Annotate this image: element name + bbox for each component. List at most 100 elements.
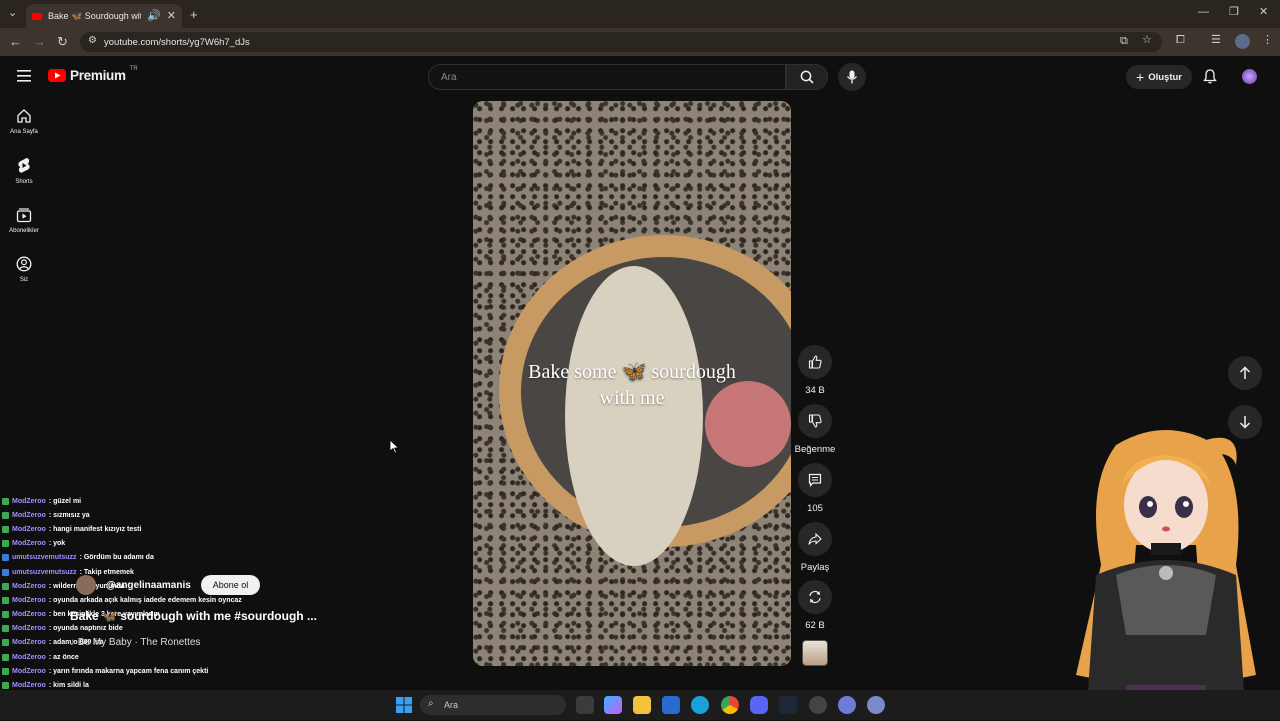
chat-message: ModZeroo: yarın fırında makarna yapcam f… [2,664,382,678]
forward-icon[interactable]: → [33,35,46,48]
obs-icon[interactable] [809,696,827,714]
reload-icon[interactable]: ↻ [57,35,68,48]
new-tab-icon[interactable]: + [190,8,198,21]
sidebar-item-home[interactable]: Ana Sayfa [0,108,48,135]
share-icon [808,532,822,545]
tab-search-icon[interactable]: ⌄ [8,8,17,19]
account-avatar[interactable] [1242,69,1257,84]
edge-icon[interactable] [691,696,709,714]
short-video-player[interactable]: Bake some 🦋 sourdough with me [473,101,791,666]
sidebar-item-label: Shorts [15,179,33,185]
chat-text: : az önce [48,653,79,661]
dislike-button[interactable]: Beğenme [795,404,835,455]
sidebar-item-label: Siz [19,277,29,283]
youtube-header: Premium TR Ara + Oluştur [0,56,1280,98]
share-label: Paylaş [800,562,830,573]
extensions-icon[interactable]: ⧠ [1176,35,1185,46]
sidebar-item-label: Ana Sayfa [10,129,38,135]
chat-text: : güzel mi [48,497,82,505]
chrome-icon[interactable] [721,696,739,714]
sidebar-item-label: Abonelikler [9,228,39,234]
chat-badge-icon [2,554,9,562]
voice-search-button[interactable] [838,63,866,91]
sound-thumbnail[interactable] [802,640,828,666]
search-button[interactable] [786,64,828,90]
brand-text: Premium [70,68,126,83]
user-circle-icon [16,256,32,272]
discord-icon[interactable] [750,696,768,714]
chat-text: : kim sildi la [48,682,89,690]
address-bar[interactable]: ⚙ youtube.com/shorts/yg7W6h7_dJs ⧉ ☆ [80,32,1162,52]
chat-message: ModZeroo: sızmısız ya [2,508,382,522]
comment-count: 105 [807,503,823,514]
chat-text: : oyunda arkada açık kalmış iadede edeme… [48,596,242,604]
task-view-icon[interactable] [576,696,594,714]
channel-avatar[interactable] [76,575,96,595]
file-explorer-icon[interactable] [633,696,651,714]
chat-badge-icon [2,497,9,505]
site-info-icon[interactable]: ⚙ [88,36,97,46]
restore-icon[interactable]: ❐ [1229,7,1239,18]
comments-button[interactable]: 105 [795,463,835,514]
create-button[interactable]: + Oluştur [1126,65,1192,89]
chat-message: ModZeroo: oyunda naptınız bide [2,622,382,636]
reading-list-icon[interactable]: ☰ [1211,35,1221,46]
profile-avatar[interactable] [1235,34,1250,49]
app-icon[interactable] [838,696,856,714]
youtube-logo[interactable]: Premium TR [48,66,138,83]
home-icon [17,109,31,123]
share-button[interactable]: Paylaş [795,522,835,573]
hamburger-menu-icon[interactable] [17,69,31,87]
chat-text: : yarın fırında makarna yapcam fena canı… [48,667,209,675]
copilot-icon[interactable] [604,696,622,714]
back-icon[interactable]: ← [9,35,22,48]
search-input[interactable]: Ara [428,64,786,90]
bookmark-star-icon[interactable]: ☆ [1142,35,1152,46]
channel-row: @angelinaamanis Abone ol [76,575,261,595]
short-title[interactable]: Bake 🦋 sourdough with me #sourdough ... [70,609,317,623]
arrow-up-icon [1239,366,1251,379]
close-window-icon[interactable]: ✕ [1259,7,1268,18]
previous-short-button[interactable] [1228,356,1262,390]
more-menu-icon[interactable]: ⋮ [1262,35,1273,46]
chat-username: ModZeroo [12,525,46,533]
sidebar-item-shorts[interactable]: Shorts [0,157,48,185]
settings-app-icon[interactable] [867,696,885,714]
chat-text: : hangi manifest kızıyız testi [48,525,142,533]
chat-badge-icon [2,682,9,690]
notifications-bell-icon[interactable] [1203,69,1217,89]
chat-badge-icon [2,596,9,604]
close-tab-icon[interactable]: ✕ [167,10,176,22]
subscribe-button[interactable]: Abone ol [200,575,261,595]
caption-line-1: Bake some 🦋 sourdough [528,361,736,383]
chat-text: : sızmısız ya [48,511,90,519]
chat-text: : oyunda naptınız bide [48,625,123,633]
sidebar-item-subscriptions[interactable]: Abonelikler [0,207,48,234]
install-icon[interactable]: ⧉ [1120,36,1128,47]
chat-username: umutsuzvemutsuzz [12,568,77,576]
chat-badge-icon [2,653,9,661]
speaker-icon[interactable]: 🔊 [147,10,161,22]
chat-badge-icon [2,511,9,519]
remix-button[interactable]: 62 B [795,580,835,631]
like-button[interactable]: 34 B [795,345,835,396]
browser-tab-bar: ⌄ Bake 🦋 Sourdough with me 🔊 ✕ + — ❐ ✕ [0,0,1280,28]
chat-username: ModZeroo [12,611,46,619]
chat-message: ModZeroo: hangi manifest kızıyız testi [2,522,382,536]
taskbar-search-placeholder: Ara [444,700,459,710]
browser-tab[interactable]: Bake 🦋 Sourdough with me 🔊 ✕ [26,4,182,28]
like-count: 34 B [805,385,825,396]
channel-name[interactable]: @angelinaamanis [106,580,191,591]
taskbar-search[interactable]: ⌕ Ara [420,695,566,715]
sidebar-item-you[interactable]: Siz [0,256,48,283]
chat-username: ModZeroo [12,653,46,661]
windows-start-icon[interactable] [396,697,412,713]
search-icon [800,70,814,84]
short-music[interactable]: ♪ Be My Baby · The Ronettes [70,637,200,648]
store-icon[interactable] [662,696,680,714]
microphone-icon [846,70,858,84]
chat-text: : Gördüm bu adamı da [79,554,154,562]
steam-icon[interactable] [779,696,797,714]
chat-badge-icon [2,525,9,533]
minimize-icon[interactable]: — [1198,7,1209,18]
